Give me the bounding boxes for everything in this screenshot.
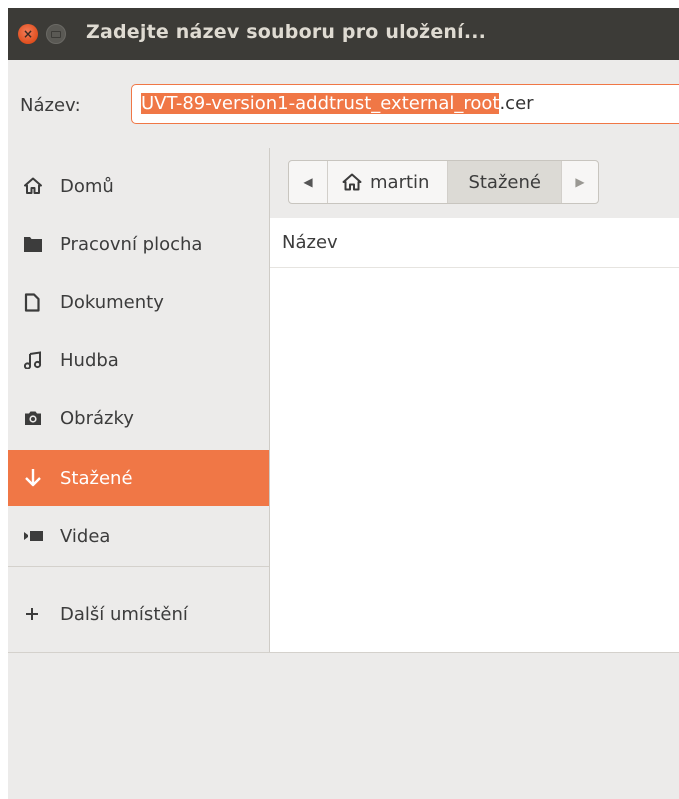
filename-extension-text: .cer: [499, 93, 534, 114]
path-current-label: Stažené: [468, 171, 541, 193]
minimize-icon: [51, 30, 61, 38]
music-icon: [24, 351, 60, 369]
sidebar-item-music[interactable]: Hudba: [8, 332, 269, 388]
path-buttons: ◀ martin Stažené ▶: [288, 160, 599, 204]
path-home-button[interactable]: martin: [328, 161, 449, 203]
desktop-folder-icon: [24, 236, 60, 252]
sidebar-item-label: Obrázky: [60, 407, 134, 429]
sidebar-item-other-locations[interactable]: Další umístění: [8, 586, 269, 642]
title-bar: × Zadejte název souboru pro uložení...: [8, 8, 679, 60]
sidebar-item-pictures[interactable]: Obrázky: [8, 390, 269, 446]
path-scroll-left-button[interactable]: ◀: [289, 161, 328, 203]
sidebar-item-desktop[interactable]: Pracovní plocha: [8, 216, 269, 272]
sidebar-item-label: Domů: [60, 175, 114, 197]
plus-icon: [24, 606, 60, 622]
filename-label: Název:: [20, 95, 81, 116]
filename-selected-text: UVT-89-version1-addtrust_external_root: [141, 93, 500, 114]
sidebar-item-label: Hudba: [60, 349, 119, 371]
places-sidebar: Domů Pracovní plocha Dokumenty Hudba Obr…: [8, 148, 270, 652]
camera-icon: [24, 410, 60, 426]
file-list[interactable]: [270, 268, 679, 652]
path-scroll-right-button[interactable]: ▶: [560, 161, 598, 203]
filename-row: Název: UVT-89-version1-addtrust_external…: [8, 60, 679, 148]
chevron-left-icon: ◀: [303, 175, 313, 189]
path-home-label: martin: [370, 171, 430, 193]
name-column-label: Název: [282, 232, 338, 253]
home-icon: [24, 177, 60, 195]
window-title: Zadejte název souboru pro uložení...: [86, 21, 487, 43]
sidebar-item-label: Stažené: [60, 467, 133, 489]
close-icon: ×: [22, 27, 34, 41]
sidebar-item-label: Další umístění: [60, 603, 188, 625]
chevron-right-icon: ▶: [575, 175, 585, 189]
download-icon: [24, 468, 60, 488]
sidebar-item-home[interactable]: Domů: [8, 158, 269, 214]
sidebar-item-documents[interactable]: Dokumenty: [8, 274, 269, 330]
sidebar-item-label: Videa: [60, 525, 111, 547]
file-browser: ◀ martin Stažené ▶ Název: [270, 148, 679, 652]
filename-input[interactable]: UVT-89-version1-addtrust_external_root.c…: [131, 84, 679, 124]
sidebar-separator: [8, 566, 269, 567]
name-column-header[interactable]: Název: [270, 218, 679, 268]
path-bar: ◀ martin Stažené ▶: [270, 148, 679, 218]
sidebar-item-label: Pracovní plocha: [60, 233, 203, 255]
save-file-dialog: × Zadejte název souboru pro uložení... N…: [8, 8, 679, 799]
sidebar-item-downloads[interactable]: Stažené: [8, 450, 269, 506]
path-current-button[interactable]: Stažené: [448, 161, 561, 203]
home-icon: [342, 173, 362, 191]
dialog-bottom-area: [8, 652, 679, 799]
sidebar-item-videos[interactable]: Videa: [8, 508, 269, 564]
sidebar-item-label: Dokumenty: [60, 291, 164, 313]
video-icon: [24, 529, 60, 543]
document-icon: [24, 292, 60, 312]
close-button[interactable]: ×: [18, 24, 38, 44]
minimize-button[interactable]: [46, 24, 66, 44]
